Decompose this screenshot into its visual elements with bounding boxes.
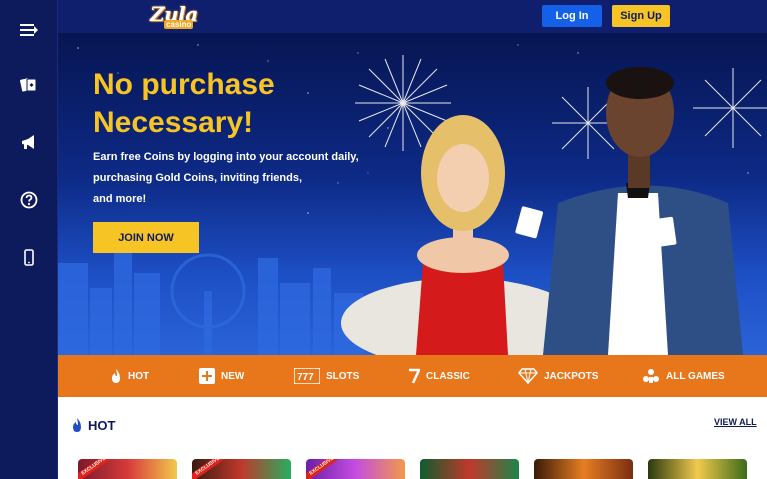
game-tile[interactable]: EXCLUSIVE — [306, 459, 405, 479]
exclusive-badge: EXCLUSIVE — [306, 459, 343, 479]
section-heading: HOT — [71, 417, 115, 433]
category-slots[interactable]: 777 SLOTS — [294, 355, 359, 397]
exclusive-badge: EXCLUSIVE — [192, 459, 229, 479]
category-jackpots[interactable]: JACKPOTS — [518, 355, 598, 397]
signup-button[interactable]: Sign Up — [612, 5, 670, 27]
category-jackpots-label: JACKPOTS — [544, 370, 599, 382]
logo-sub-text: casino — [164, 20, 194, 29]
exclusive-badge: EXCLUSIVE — [78, 459, 115, 479]
menu-toggle-icon[interactable] — [17, 18, 41, 42]
top-bar: Zula casino Log In Sign Up — [58, 0, 767, 33]
woman-illustration — [341, 115, 581, 355]
section-heading-label: HOT — [88, 417, 116, 433]
game-tile[interactable]: EXCLUSIVE — [192, 459, 291, 479]
megaphone-icon[interactable] — [17, 131, 41, 155]
zula-casino-logo[interactable]: Zula casino — [150, 2, 198, 32]
category-all-games[interactable]: ALL GAMES — [642, 355, 725, 397]
hero-title-line1: No purchase — [93, 68, 275, 101]
category-slots-label: SLOTS — [326, 370, 360, 382]
game-tile[interactable] — [420, 459, 519, 479]
lucky-seven-icon — [409, 368, 420, 384]
category-new[interactable]: NEW — [199, 355, 244, 397]
hero-text-line2: purchasing Gold Coins, inviting friends, — [93, 172, 303, 184]
view-all-link[interactable]: VIEW ALL — [714, 417, 757, 427]
game-tile[interactable] — [534, 459, 633, 479]
category-new-label: NEW — [221, 370, 245, 382]
join-now-button[interactable]: JOIN NOW — [93, 222, 199, 253]
sidebar — [0, 0, 58, 479]
svg-text:777: 777 — [297, 372, 314, 383]
hero-title: No purchase Necessary! — [93, 66, 353, 142]
help-icon[interactable] — [17, 188, 41, 212]
category-classic[interactable]: CLASSIC — [408, 355, 470, 397]
category-hot[interactable]: HOT — [110, 355, 149, 397]
flame-icon — [73, 418, 81, 432]
all-games-icon — [643, 369, 659, 383]
game-tile[interactable]: EXCLUSIVE — [78, 459, 177, 479]
flame-icon — [112, 369, 120, 383]
mobile-icon[interactable] — [17, 246, 41, 270]
hot-games-section: HOT VIEW ALL EXCLUSIVE EXCLUSIVE EXCLUSI… — [58, 397, 767, 479]
game-tile[interactable] — [648, 459, 747, 479]
hero-title-line2: Necessary! — [93, 106, 254, 139]
plus-icon — [199, 368, 215, 384]
hero-description: Earn free Coins by logging into your acc… — [93, 147, 363, 210]
slot-machine-icon: 777 — [294, 368, 320, 384]
diamond-icon — [518, 368, 538, 384]
category-classic-label: CLASSIC — [426, 370, 470, 382]
category-all-games-label: ALL GAMES — [666, 370, 725, 382]
hero-banner: No purchase Necessary! Earn free Coins b… — [58, 33, 767, 355]
login-button[interactable]: Log In — [542, 5, 602, 27]
category-bar: HOT NEW 777 SLOTS CLASSIC JACKPOTS ALL G… — [58, 355, 767, 397]
category-hot-label: HOT — [128, 370, 150, 382]
man-illustration — [543, 67, 743, 355]
hero-text-line1: Earn free Coins by logging into your acc… — [93, 151, 359, 163]
hero-text-line3: and more! — [93, 193, 147, 205]
cards-icon[interactable] — [17, 73, 41, 97]
